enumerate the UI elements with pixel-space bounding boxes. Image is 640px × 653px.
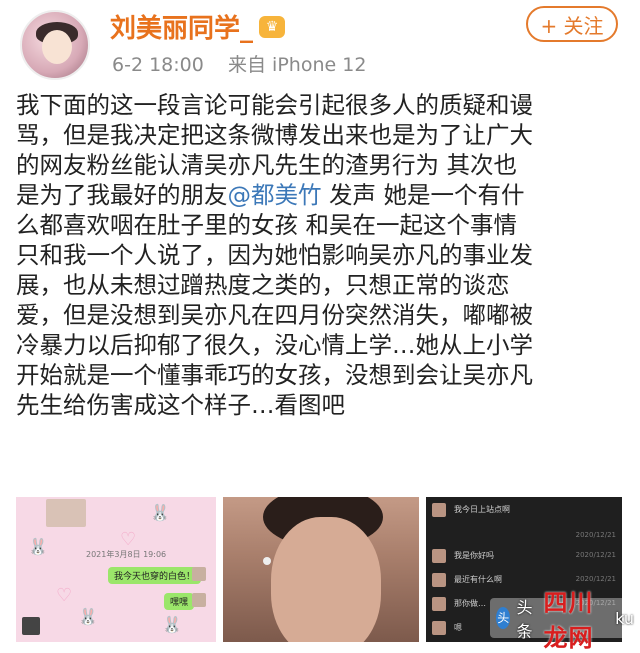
content-line: 只和我一个人说了，因为她怕影响吴亦凡的事业发 (16, 241, 533, 269)
watermark-suffix: ku (615, 608, 634, 628)
avatar-face (42, 30, 72, 64)
post-date: 6-2 18:00 (112, 54, 204, 76)
dark-chat-row: 我是你好吗 2020/12/21 (432, 547, 616, 567)
mention-link[interactable]: @都美竹 (228, 181, 322, 209)
post-meta: 6-2 18:00 来自 iPhone 12 (112, 50, 366, 77)
follow-button[interactable]: + 关注 (526, 6, 618, 42)
chat-message: 我今日上站点啊 (454, 505, 510, 514)
user-avatar[interactable] (20, 10, 90, 80)
content-line: 的网友粉丝能认清吴亦凡先生的渣男行为 其次也 (16, 151, 517, 179)
chat-avatar (432, 503, 446, 517)
chat-avatar (22, 617, 40, 635)
chat-message: 我是你好吗 (454, 551, 494, 560)
bunny-icon: 🐰 (162, 615, 182, 634)
username[interactable]: 刘美丽同学_ ♛ (110, 8, 286, 45)
watermark-small-text: 头条 (516, 598, 533, 641)
chat-avatar (432, 549, 446, 563)
watermark-brand: 四川龙网 (543, 589, 594, 652)
chat-message: 最近有什么啊 (454, 575, 502, 584)
heart-icon: ♡ (56, 585, 73, 606)
bunny-icon: 🐰 (78, 607, 98, 626)
post-source: 来自 iPhone 12 (228, 54, 367, 76)
heart-icon: ♡ (120, 529, 137, 550)
chat-avatar (432, 573, 446, 587)
chat-message: 那你做… (454, 599, 486, 608)
content-line: 么都喜欢咽在肚子里的女孩 和吴在一起这个事情 (16, 211, 517, 239)
content-line: 骂，但是我决定把这条微博发出来也是为了让广大 (16, 121, 533, 149)
bunny-icon: 🐰 (28, 537, 48, 556)
chat-screenshot-image[interactable]: 🐰 🐰 ♡ 2021年3月8日 19:06 我今天也穿的白色！ 嘿嘿 ♡ 🐰 🐰 (16, 497, 216, 642)
photo-face (271, 517, 381, 642)
earring-icon (263, 557, 271, 565)
chat-avatar (432, 597, 446, 611)
content-line: 我下面的这一段言论可能会引起很多人的质疑和谩 (16, 91, 533, 119)
chat-time: 2020/12/21 (575, 531, 616, 539)
chat-avatar (432, 621, 446, 635)
chat-message: 嗯 (454, 623, 462, 632)
chat-date: 2021年3月8日 19:06 (86, 550, 167, 559)
content-line-with-mention: 是为了我最好的朋友@都美竹 发声 她是一个有什 (16, 180, 628, 210)
username-text[interactable]: 刘美丽同学_ (110, 8, 253, 45)
content-line: 开始就是一个懂事乖巧的女孩，没想到会让吴亦凡 (16, 361, 533, 389)
chat-avatar (192, 593, 206, 607)
chat-time: 2020/12/21 (575, 551, 616, 559)
content-line-text: 是为了我最好的朋友 (16, 181, 228, 209)
bunny-icon: 🐰 (150, 503, 170, 522)
chat-bubble: 嘿嘿 (164, 593, 195, 610)
toutiao-logo-icon: 头 (496, 607, 511, 629)
chat-photo-thumbnail (46, 499, 86, 527)
dark-chat-row: 2020/12/21 (432, 527, 616, 547)
chat-avatar (192, 567, 206, 581)
content-line: 先生给伤害成这个样子…看图吧 (16, 391, 345, 419)
post-content: 我下面的这一段言论可能会引起很多人的质疑和谩 骂，但是我决定把这条微博发出来也是… (16, 90, 628, 420)
content-line: 爱，但是没想到吴亦凡在四月份突然消失，嘟嘟被 (16, 301, 533, 329)
content-line: 展，也从未想过蹭热度之类的，只想正常的谈恋 (16, 271, 510, 299)
vip-crown-icon: ♛ (259, 15, 286, 38)
chat-time: 2020/12/21 (575, 575, 616, 583)
content-line-text: 发声 她是一个有什 (321, 181, 525, 209)
content-line: 冷暴力以后抑郁了很久，没心情上学…她从上小学 (16, 331, 533, 359)
watermark: 头 头条 四川龙网 ku (490, 589, 640, 652)
chat-bubble: 我今天也穿的白色！ (108, 567, 202, 584)
dark-chat-row: 我今日上站点啊 (432, 501, 616, 521)
selfie-photo[interactable] (223, 497, 419, 642)
